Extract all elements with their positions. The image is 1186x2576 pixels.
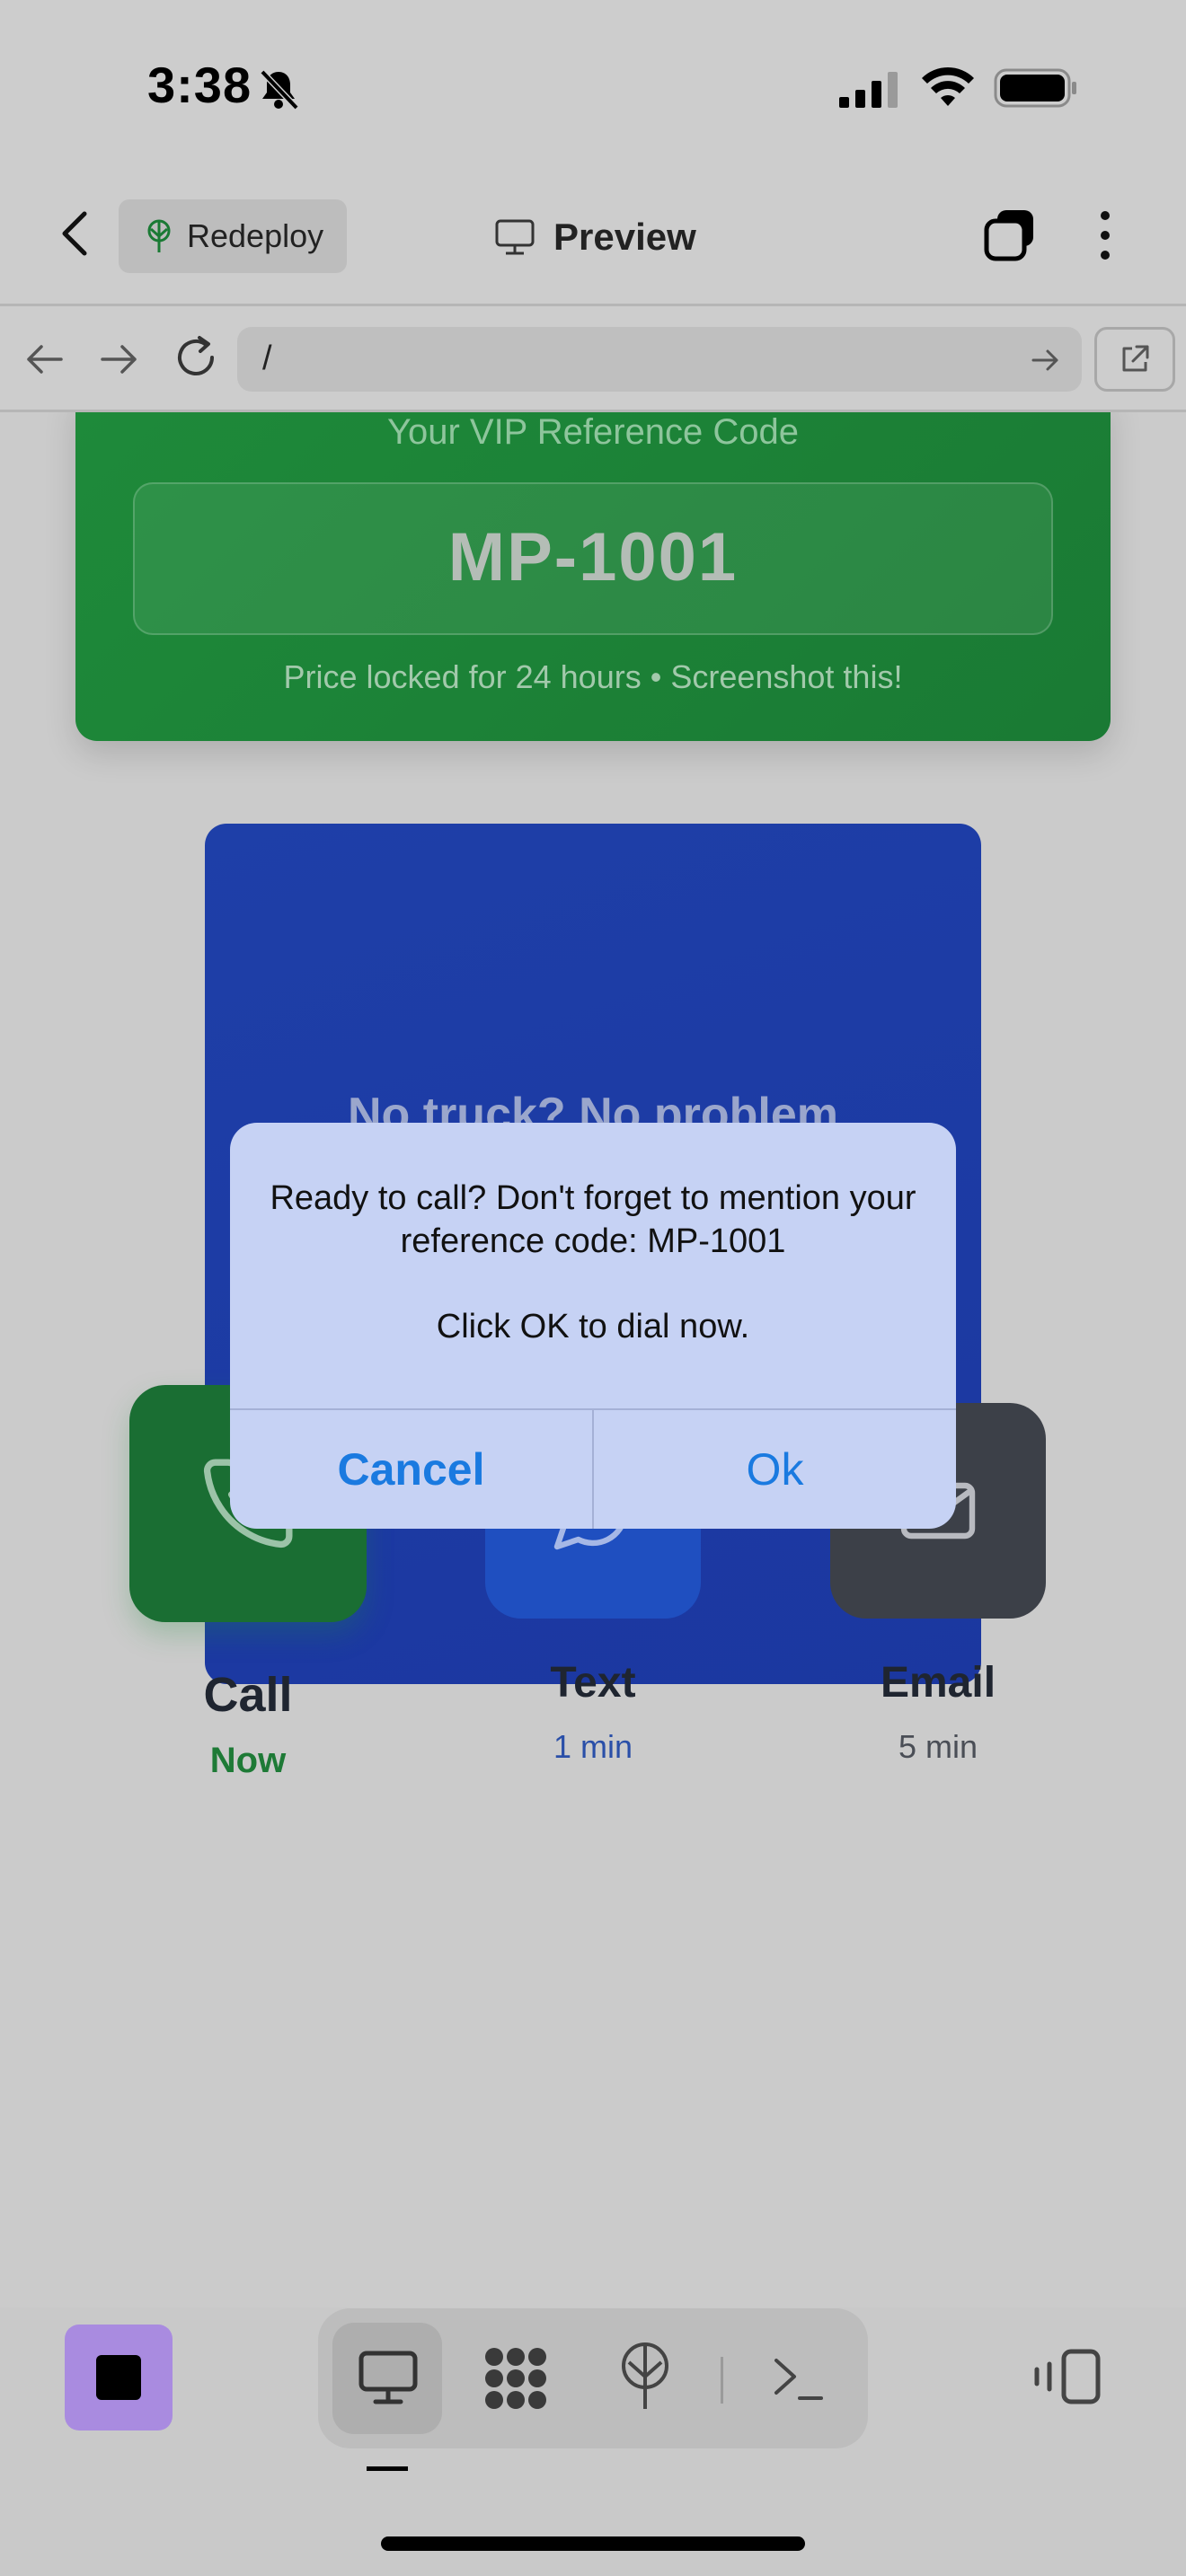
call-time: Now [209, 1741, 287, 1780]
header-divider [0, 304, 1186, 306]
arrow-left-icon[interactable] [22, 341, 66, 377]
reload-icon[interactable] [173, 334, 219, 381]
ok-button[interactable]: Ok [594, 1410, 956, 1529]
text-time: 1 min [553, 1728, 633, 1765]
email-label: Email [880, 1659, 996, 1707]
redeploy-button[interactable]: Redeploy [119, 199, 347, 273]
active-tab-indicator [367, 2466, 408, 2471]
price-lock-note: Price locked for 24 hours • Screenshot t… [283, 658, 903, 695]
panel-toggle-icon[interactable] [1033, 2348, 1102, 2405]
dialog-instruction: Click OK to dial now. [436, 1308, 750, 1345]
external-link-icon [1122, 345, 1149, 372]
deploy-icon[interactable] [616, 2341, 674, 2413]
monitor-icon [495, 219, 535, 255]
more-vertical-icon[interactable] [1096, 208, 1114, 262]
url-value: / [262, 340, 272, 377]
call-label: Call [203, 1668, 293, 1722]
stop-icon [96, 2355, 141, 2400]
email-time: 5 min [898, 1728, 978, 1765]
terminal-icon[interactable] [771, 2353, 825, 2404]
arrow-right-icon[interactable] [97, 341, 142, 377]
home-indicator [381, 2536, 805, 2551]
tabs-icon[interactable] [981, 207, 1039, 264]
go-arrow-icon[interactable] [1030, 345, 1062, 375]
battery-icon [994, 68, 1076, 108]
status-time: 3:38 [147, 57, 252, 113]
confirm-dialog: Ready to call? Don't forget to mention y… [230, 1123, 956, 1529]
wifi-icon [922, 66, 974, 106]
stop-button[interactable] [65, 2325, 173, 2430]
back-chevron-icon[interactable] [56, 207, 93, 260]
cellular-signal-icon [839, 72, 898, 108]
dialog-message: Ready to call? Don't forget to mention y… [270, 1179, 916, 1260]
deploy-tree-icon [147, 219, 171, 252]
url-input[interactable] [237, 327, 1082, 392]
preview-label: Preview [553, 216, 696, 258]
dots-grid-icon[interactable] [482, 2344, 550, 2413]
preview-title[interactable]: Preview [494, 212, 696, 262]
desktop-icon [358, 2351, 418, 2404]
text-label: Text [550, 1659, 636, 1707]
reference-code: MP-1001 [447, 519, 739, 595]
open-external-button[interactable] [1094, 327, 1175, 392]
cancel-button[interactable]: Cancel [230, 1410, 592, 1529]
vip-card-title: Your VIP Reference Code [386, 412, 800, 452]
redeploy-label: Redeploy [187, 217, 324, 254]
bell-slash-icon [260, 69, 299, 110]
toolbar-separator [721, 2357, 723, 2404]
